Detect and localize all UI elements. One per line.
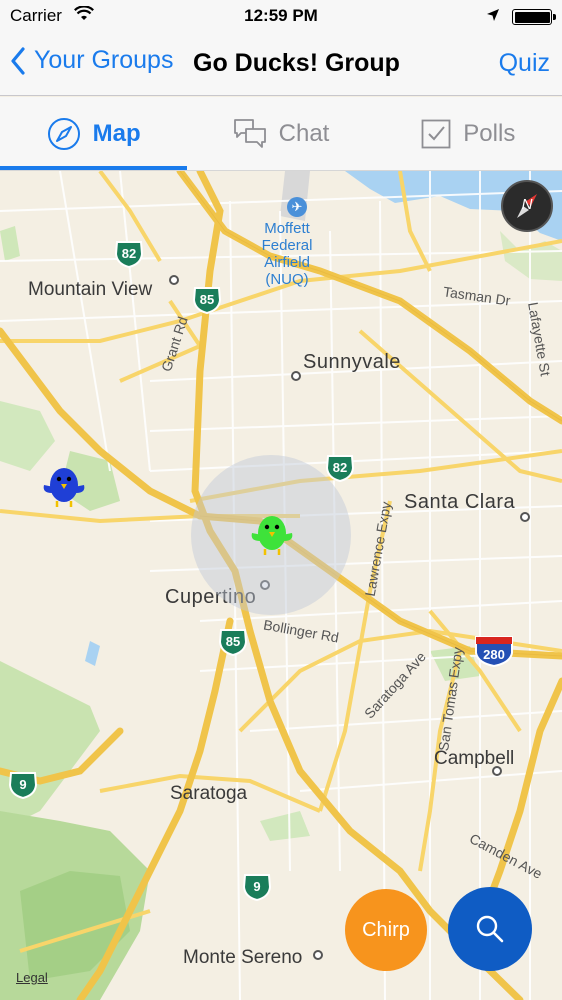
- tab-map-label: Map: [92, 119, 141, 147]
- page-title: Go Ducks! Group: [193, 49, 400, 77]
- search-icon: [476, 915, 504, 943]
- segmented-tab-bar: Map Chat Polls: [0, 97, 562, 171]
- map-compass[interactable]: N: [501, 180, 553, 232]
- compass-icon: [47, 117, 81, 151]
- tab-polls[interactable]: Polls: [375, 97, 562, 170]
- route-shield-85: 85: [218, 628, 248, 657]
- place-dot: [291, 371, 301, 381]
- route-shield-280: 280: [474, 635, 514, 668]
- legal-link[interactable]: Legal: [16, 970, 48, 985]
- checkbox-icon: [421, 119, 451, 149]
- place-dot: [520, 512, 530, 522]
- tab-chat-label: Chat: [278, 119, 330, 147]
- tab-chat[interactable]: Chat: [187, 97, 374, 170]
- search-button[interactable]: [448, 887, 532, 971]
- route-shield-82: 82: [114, 240, 144, 269]
- route-shield-9: 9: [8, 771, 38, 800]
- bird-icon: [43, 468, 85, 507]
- navigation-bar: Your Groups Go Ducks! Group Quiz: [0, 32, 562, 96]
- member-bird-marker-green[interactable]: [248, 511, 296, 562]
- tab-map[interactable]: Map: [0, 97, 187, 170]
- status-bar: Carrier 12:59 PM: [0, 0, 562, 32]
- back-button-label: Your Groups: [34, 46, 174, 74]
- active-tab-indicator: [0, 166, 187, 170]
- airport-icon: ✈: [287, 197, 307, 217]
- place-dot: [492, 766, 502, 776]
- route-shield-85: 85: [192, 286, 222, 315]
- map-view[interactable]: ✈ Moffett Federal Airfield (NUQ) Mountai…: [0, 171, 562, 1000]
- chat-bubbles-icon: [233, 118, 267, 150]
- compass-north-label: N: [521, 196, 533, 213]
- place-santa-clara: Santa Clara: [404, 491, 516, 513]
- route-shield-9: 9: [242, 873, 272, 902]
- location-arrow-icon: [486, 7, 500, 27]
- tab-polls-label: Polls: [463, 119, 516, 147]
- chirp-button[interactable]: Chirp: [345, 889, 427, 971]
- place-dot: [169, 275, 179, 285]
- battery-icon: [512, 9, 556, 25]
- place-airport: Moffett Federal Airfield (NUQ): [261, 220, 313, 288]
- route-shield-82: 82: [325, 454, 355, 483]
- place-sunnyvale: Sunnyvale: [303, 351, 401, 373]
- place-dot: [313, 950, 323, 960]
- place-mountain-view: Mountain View: [28, 279, 153, 300]
- back-button[interactable]: Your Groups: [10, 46, 173, 75]
- member-bird-marker-blue[interactable]: [40, 463, 88, 514]
- place-monte-sereno: Monte Sereno: [183, 947, 303, 968]
- quiz-button[interactable]: Quiz: [499, 49, 550, 78]
- chevron-left-icon: [11, 46, 25, 75]
- bird-icon: [251, 516, 293, 555]
- clock: 12:59 PM: [244, 6, 318, 25]
- place-saratoga: Saratoga: [170, 783, 248, 804]
